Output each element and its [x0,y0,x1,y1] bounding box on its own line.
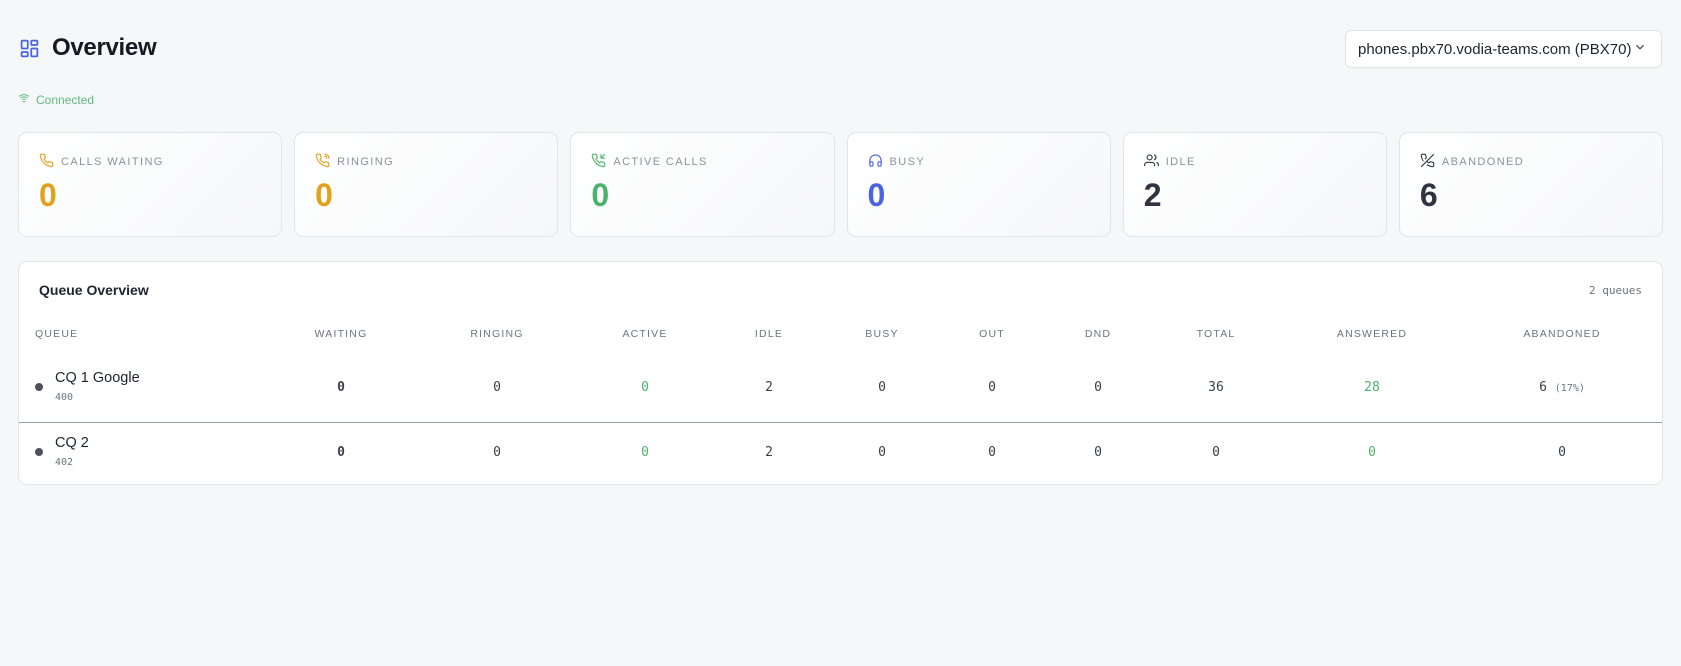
status-dot [35,448,43,456]
column-header-queue[interactable]: Queue [35,328,78,340]
stat-card-value: 0 [867,177,886,213]
panel-title: Queue Overview [39,282,149,298]
connection-status: Connected [18,92,94,107]
stat-card-label: Idle [1165,156,1196,168]
stat-card-value: 0 [315,177,333,213]
cell-out: 0 [988,445,996,460]
page-header: Overview phones.pbx70.vodia-teams.com (P… [19,30,1662,68]
queue-count: 2 queues [1589,284,1642,297]
queue-extension: 400 [55,392,74,403]
queue-name: CQ 2 [55,435,89,451]
stat-card-calls-waiting: Calls Waiting 0 [18,132,283,237]
cell-out: 0 [988,380,996,395]
cell-idle: 2 [765,380,773,395]
cell-dnd: 0 [1094,380,1102,395]
stat-card-ringing: Ringing 0 [294,132,559,237]
column-header-dnd[interactable]: DND [1085,328,1111,340]
cell-abandoned: 6 (17%) [1539,380,1585,395]
column-header-answered[interactable]: Answered [1337,328,1407,340]
cell-idle: 2 [765,445,773,460]
stat-card-value: 6 [1419,177,1438,213]
queue-extension: 402 [55,457,74,468]
wifi-icon [18,92,30,107]
cell-ringing: 0 [493,445,501,460]
stat-card-idle: Idle 2 [1122,132,1387,237]
stat-card-label: Calls Waiting [61,156,164,168]
table-row[interactable]: CQ 2 402 0 0 0 2 0 0 0 0 0 0 [19,423,1662,484]
phone-active-icon [591,153,606,171]
abandoned-count: 6 [1539,380,1547,395]
cell-waiting: 0 [337,380,345,395]
abandoned-count: 0 [1558,445,1566,460]
queue-overview-panel: Queue Overview 2 queues Queue Waiting Ri… [18,261,1663,485]
server-select[interactable]: phones.pbx70.vodia-teams.com (PBX70) [1345,30,1662,68]
cell-total: 36 [1208,380,1224,395]
cell-total: 0 [1212,445,1220,460]
column-header-out[interactable]: Out [979,328,1005,340]
phone-ringing-icon [315,153,330,171]
stat-card-busy: Busy 0 [846,132,1111,237]
queue-name: CQ 1 Google [55,370,140,386]
server-select-value: phones.pbx70.vodia-teams.com (PBX70) [1358,40,1632,58]
cell-ringing: 0 [493,380,501,395]
cell-busy: 0 [878,380,886,395]
abandoned-percent: (17%) [1554,383,1585,394]
column-header-active[interactable]: Active [622,328,667,340]
table-header: Queue Waiting Ringing Active Idle Busy O… [19,328,1662,342]
cell-answered: 28 [1364,380,1380,395]
cell-abandoned: 0 [1558,445,1566,460]
cell-waiting: 0 [337,445,345,460]
table-row[interactable]: CQ 1 Google 400 0 0 0 2 0 0 0 36 28 6 (1… [19,358,1662,423]
phone-icon [39,153,54,171]
stat-card-label: Busy [889,156,926,168]
phone-off-icon [1420,153,1435,171]
column-header-busy[interactable]: Busy [865,328,898,340]
page-title: Overview [52,34,157,61]
connection-status-label: Connected [36,92,95,107]
stat-card-active-calls: Active Calls 0 [570,132,835,237]
column-header-total[interactable]: Total [1197,328,1236,340]
users-icon [1143,153,1159,171]
cell-active: 0 [641,380,649,395]
column-header-idle[interactable]: Idle [755,328,783,340]
stat-card-value: 0 [39,177,57,213]
status-dot [35,383,43,391]
column-header-ringing[interactable]: Ringing [470,328,523,340]
cell-busy: 0 [878,445,886,460]
cell-active: 0 [641,445,649,460]
stat-card-label: Active Calls [613,156,708,168]
title-wrap: Overview [19,34,157,62]
cell-answered: 0 [1368,445,1376,460]
stat-card-label: Ringing [337,156,395,168]
stat-card-abandoned: Abandoned 6 [1398,132,1664,237]
cell-dnd: 0 [1094,445,1102,460]
column-header-abandoned[interactable]: Abandoned [1523,328,1600,340]
headset-icon [868,153,883,171]
column-header-waiting[interactable]: Waiting [315,328,368,340]
dashboard-grid-icon [19,38,40,59]
stat-cards: Calls Waiting 0 Ringing 0 Active Calls 0… [18,132,1664,237]
stat-card-label: Abandoned [1441,156,1525,168]
stat-card-value: 0 [591,177,610,213]
chevron-down-icon [1633,40,1647,58]
stat-card-value: 2 [1143,177,1162,213]
